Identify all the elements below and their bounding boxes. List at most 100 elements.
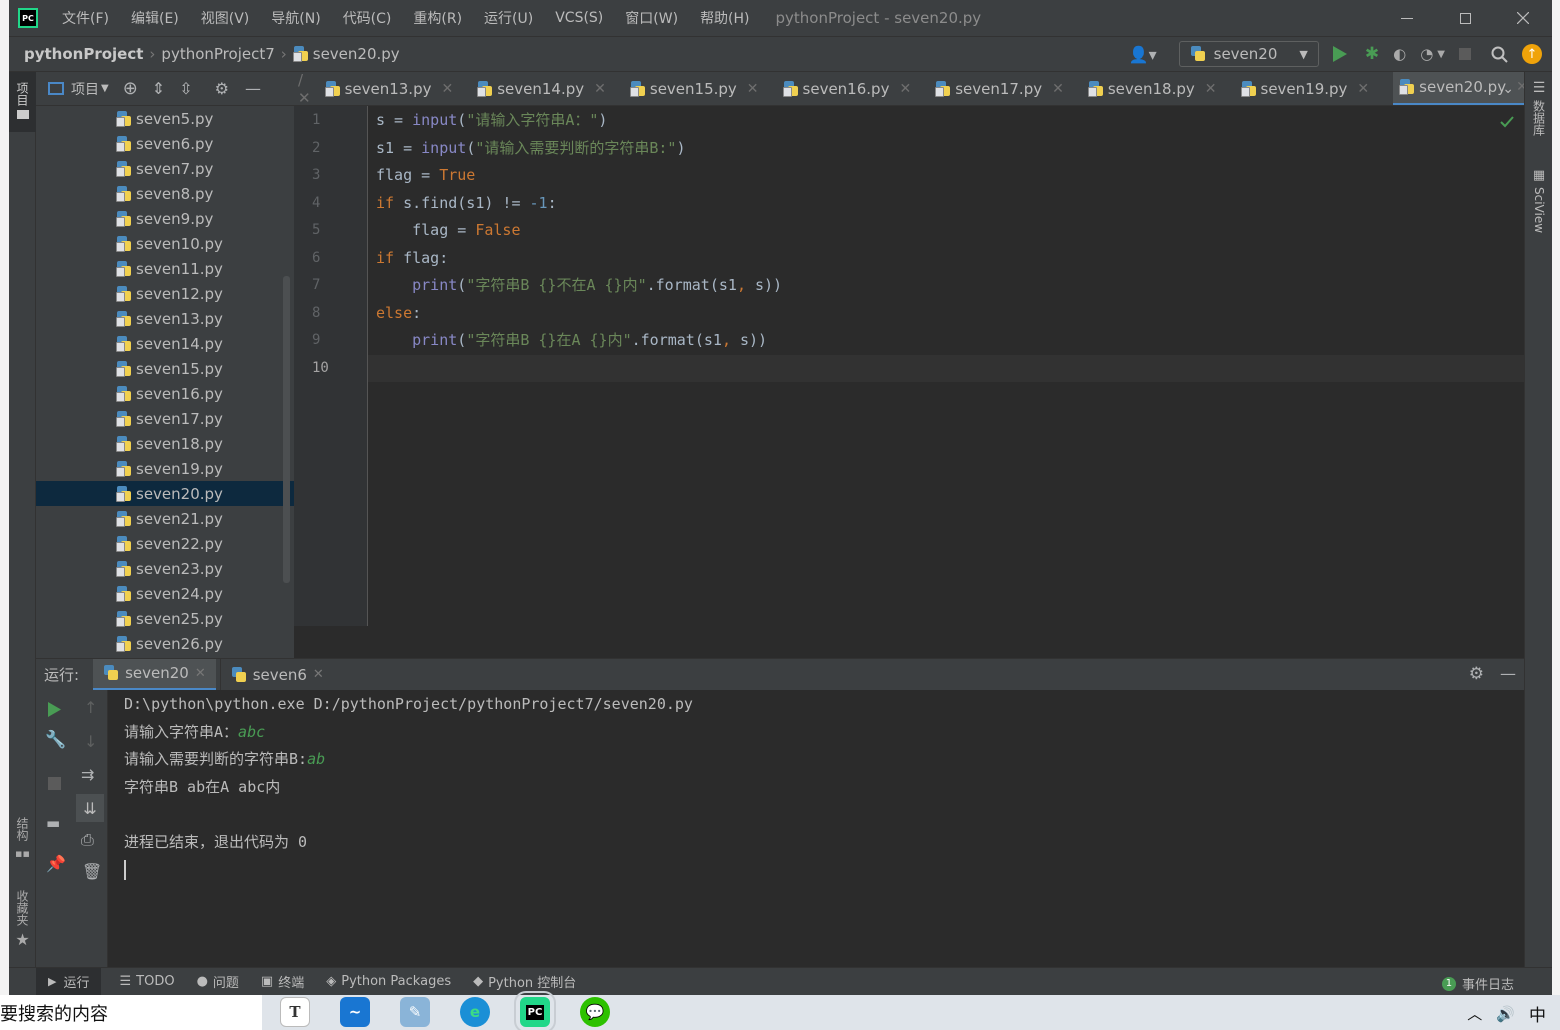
wechat-taskbar-icon[interactable]: 💬	[580, 997, 610, 1027]
stop-icon[interactable]	[1459, 48, 1471, 60]
breadcrumb-folder[interactable]: pythonProject7	[161, 45, 274, 63]
trash-icon[interactable]: 🗑	[82, 862, 102, 881]
database-tool-button[interactable]: ☰ 数据库	[1525, 80, 1553, 136]
project-file-item[interactable]: seven14.py	[36, 331, 294, 356]
more-run-icon[interactable]: ▼	[1437, 49, 1445, 60]
editor-tab[interactable]: seven19.py ✕	[1240, 72, 1380, 105]
project-file-item[interactable]: seven22.py	[36, 531, 294, 556]
close-tab-icon[interactable]: ✕	[899, 81, 911, 97]
breadcrumb-root[interactable]: pythonProject	[24, 45, 143, 63]
taskbar-search-box[interactable]: 要搜索的内容	[0, 995, 262, 1030]
editor-tab[interactable]: seven17.py ✕	[935, 72, 1074, 105]
run-config-select[interactable]: seven20 ▼	[1178, 41, 1319, 67]
project-file-item[interactable]: seven10.py	[36, 231, 294, 256]
menu-edit[interactable]: 编辑(E)	[123, 8, 187, 28]
edge-taskbar-icon[interactable]: e	[460, 997, 490, 1027]
project-file-item[interactable]: seven9.py	[36, 206, 294, 231]
structure-tool-button[interactable]: 结构 ▪▪	[9, 817, 36, 877]
menu-run[interactable]: 运行(U)	[476, 8, 541, 28]
update-icon[interactable]: ↑	[1522, 44, 1542, 64]
close-tab-icon[interactable]: ✕	[1052, 81, 1064, 97]
profile-icon[interactable]: ◔	[1420, 45, 1433, 63]
project-scrollbar[interactable]	[283, 276, 290, 583]
project-file-item[interactable]: seven17.py	[36, 406, 294, 431]
editor-tab[interactable]: seven14.py ✕	[477, 72, 616, 105]
print-icon[interactable]: ⎙	[81, 830, 94, 850]
collapse-all-icon[interactable]: ⇳	[179, 79, 192, 98]
run-console[interactable]: D:\python\python.exe D:/pythonProject/py…	[108, 690, 1524, 967]
settings-icon[interactable]: ⚙	[1469, 664, 1484, 684]
menu-window[interactable]: 窗口(W)	[617, 8, 686, 28]
locate-icon[interactable]: ⊕	[123, 78, 138, 99]
app-blue-taskbar-icon[interactable]: ~	[340, 997, 370, 1027]
project-file-item[interactable]: seven18.py	[36, 431, 294, 456]
hide-icon[interactable]: —	[1500, 664, 1516, 683]
close-tab-icon[interactable]: ✕	[313, 667, 324, 682]
todo-tool-button[interactable]: ☰ TODO	[119, 974, 174, 989]
close-tab-icon[interactable]: ✕	[1205, 81, 1217, 97]
hide-icon[interactable]: —	[245, 79, 261, 98]
scroll-to-end-icon[interactable]: ⇊	[76, 794, 104, 822]
event-log-button[interactable]: 1 事件日志	[1441, 974, 1514, 993]
close-tab-icon[interactable]: ✕	[441, 81, 453, 97]
run-tool-button[interactable]: ▶ 运行	[36, 968, 102, 995]
soft-wrap-icon[interactable]: ⇉	[81, 765, 94, 784]
project-file-item[interactable]: seven5.py	[36, 106, 294, 131]
coverage-icon[interactable]: ◐	[1393, 45, 1406, 63]
terminal-tool-button[interactable]: ▣ 终端	[261, 972, 304, 991]
run-tab-seven20[interactable]: seven20 ✕	[93, 658, 216, 691]
ime-indicator[interactable]: 中	[1529, 1001, 1546, 1026]
arrow-up-icon[interactable]: ↑	[84, 698, 97, 717]
run-icon[interactable]	[1332, 46, 1347, 62]
run-tab-seven6[interactable]: seven6 ✕	[219, 658, 334, 691]
menu-help[interactable]: 帮助(H)	[692, 8, 757, 28]
pin-icon[interactable]: 📌	[46, 854, 66, 873]
pycharm-taskbar-icon[interactable]: PC	[514, 991, 556, 1030]
editor-tab[interactable]: seven18.py ✕	[1087, 72, 1227, 105]
volume-icon[interactable]: 🔊	[1496, 1005, 1515, 1023]
rerun-icon[interactable]	[48, 702, 61, 717]
code-editor[interactable]: s = input("请输入字符串A：") s1 = input("请输入需要判…	[368, 106, 1524, 626]
search-icon[interactable]	[1491, 46, 1508, 63]
project-view-select[interactable]: 项目	[71, 79, 99, 99]
project-file-item[interactable]: seven26.py	[36, 631, 294, 656]
typora-taskbar-icon[interactable]: T	[280, 997, 310, 1027]
project-file-item[interactable]: seven24.py	[36, 581, 294, 606]
close-tab-icon[interactable]: ✕	[1516, 79, 1524, 95]
menu-vcs[interactable]: VCS(S)	[547, 10, 611, 26]
project-file-item[interactable]: seven6.py	[36, 131, 294, 156]
editor-tab[interactable]: seven16.py ✕	[782, 72, 922, 105]
favorites-tool-button[interactable]: 收藏夹 ★	[9, 890, 36, 960]
problems-tool-button[interactable]: ● 问题	[197, 972, 239, 991]
close-tab-icon[interactable]: ✕	[594, 81, 606, 97]
tabs-more-icon[interactable]: ⌄	[1502, 81, 1514, 97]
project-file-item[interactable]: seven7.py	[36, 156, 294, 181]
settings-icon[interactable]: ⚙	[215, 79, 229, 98]
project-file-item[interactable]: seven12.py	[36, 281, 294, 306]
stop-icon[interactable]	[48, 777, 61, 790]
sciview-tool-button[interactable]: ▦ SciView	[1525, 168, 1553, 233]
user-icon[interactable]: 👤▾	[1129, 45, 1157, 64]
close-tab-icon[interactable]: ✕	[1357, 81, 1369, 97]
close-button[interactable]	[1494, 0, 1552, 36]
project-tool-button[interactable]: 项目	[9, 72, 36, 132]
debug-icon[interactable]: ✱	[1365, 44, 1379, 64]
menu-refactor[interactable]: 重构(R)	[405, 8, 470, 28]
tabs-overflow-icon[interactable]: / ✕	[298, 72, 311, 105]
menu-code[interactable]: 代码(C)	[335, 8, 400, 28]
layout-icon[interactable]: ▬	[46, 814, 60, 832]
project-file-item[interactable]: seven23.py	[36, 556, 294, 581]
project-file-item[interactable]: seven21.py	[36, 506, 294, 531]
project-file-item[interactable]: seven11.py	[36, 256, 294, 281]
close-tab-icon[interactable]: ✕	[195, 666, 206, 681]
breadcrumb-file[interactable]: seven20.py	[313, 45, 400, 63]
editor-tab[interactable]: seven13.py ✕	[324, 72, 464, 105]
python-packages-tool-button[interactable]: ◈ Python Packages	[326, 974, 451, 989]
project-file-item[interactable]: seven13.py	[36, 306, 294, 331]
maximize-button[interactable]	[1436, 0, 1494, 36]
editor-tab[interactable]: seven15.py ✕	[629, 72, 769, 105]
project-file-item[interactable]: seven15.py	[36, 356, 294, 381]
project-file-item[interactable]: seven25.py	[36, 606, 294, 631]
tray-chevron-icon[interactable]: ︿	[1467, 1003, 1482, 1024]
menu-file[interactable]: 文件(F)	[54, 8, 117, 28]
